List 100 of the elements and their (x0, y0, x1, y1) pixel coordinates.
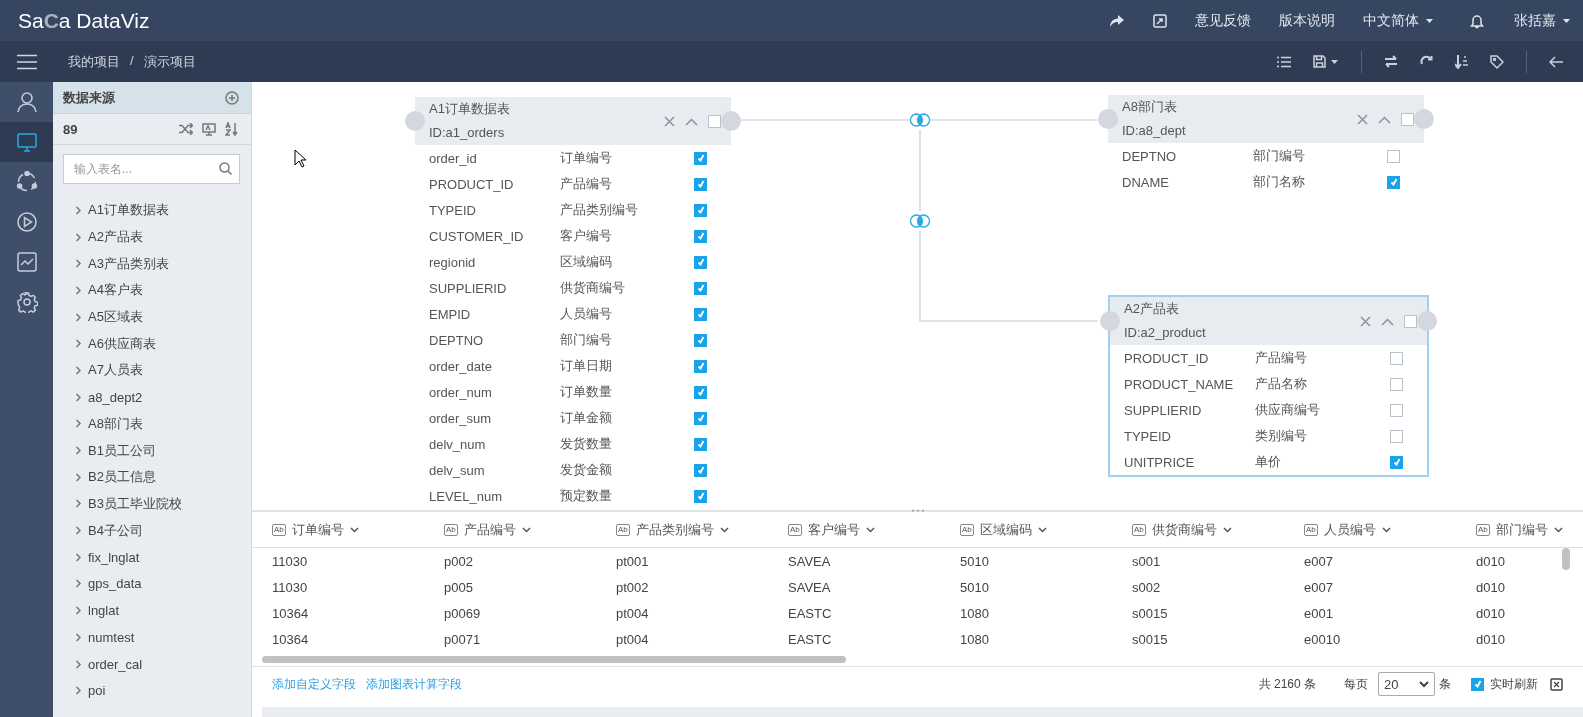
table-name[interactable]: A3产品类别表 (88, 254, 169, 273)
table-name[interactable]: A2产品表 (88, 228, 143, 247)
connection-port[interactable] (1100, 311, 1120, 331)
back-arrow-icon[interactable] (1549, 55, 1563, 68)
column-header[interactable]: Ab 客户编号 (788, 520, 960, 539)
connection-port[interactable] (1098, 109, 1118, 129)
checkbox[interactable] (694, 359, 707, 373)
checkbox[interactable] (694, 281, 707, 295)
table-name[interactable]: numtest (88, 629, 135, 645)
table-name[interactable]: poi (88, 683, 106, 699)
checkbox[interactable] (694, 489, 707, 503)
checkbox[interactable] (1390, 403, 1403, 417)
collapse-icon[interactable] (1378, 115, 1391, 124)
checkbox[interactable] (694, 151, 707, 165)
user-menu[interactable]: 张括嘉 (1514, 11, 1571, 30)
external-link-icon[interactable] (1153, 13, 1167, 28)
connection-port[interactable] (721, 111, 741, 131)
tag-icon[interactable] (1490, 54, 1504, 69)
column-header[interactable]: Ab 人员编号 (1304, 520, 1476, 539)
sort-az-icon[interactable] (225, 122, 239, 136)
checkbox[interactable] (1390, 351, 1403, 365)
connection-port[interactable] (1414, 109, 1434, 129)
breadcrumb-link[interactable]: 我的项目 (68, 52, 120, 71)
checkbox[interactable] (694, 307, 707, 321)
close-icon[interactable] (1360, 316, 1371, 327)
list-icon[interactable] (1277, 55, 1291, 68)
checkbox[interactable] (694, 255, 707, 269)
checkbox[interactable] (694, 177, 707, 191)
checkbox[interactable] (1390, 377, 1403, 391)
monitor-icon[interactable] (202, 122, 216, 136)
column-header[interactable]: Ab 订单编号 (272, 520, 444, 539)
swap-icon[interactable] (1384, 55, 1398, 68)
checkbox[interactable] (1387, 175, 1400, 189)
table-name[interactable]: A4客户表 (88, 281, 143, 300)
table-name[interactable]: B2员工信息 (88, 468, 156, 487)
header-link[interactable]: 意见反馈 (1195, 11, 1251, 30)
save-icon[interactable] (1313, 55, 1326, 68)
grip-icon[interactable] (910, 508, 925, 513)
checkbox[interactable] (694, 203, 707, 217)
table-name[interactable]: B1员工公司 (88, 441, 156, 460)
checkbox[interactable] (694, 333, 707, 347)
monitor-icon[interactable] (15, 131, 38, 153)
shuffle-icon[interactable] (179, 123, 193, 135)
checkbox[interactable] (694, 437, 707, 451)
excel-export-icon[interactable] (1550, 677, 1563, 691)
collapse-icon[interactable] (1381, 317, 1394, 326)
menu-icon[interactable] (16, 53, 37, 70)
checkbox[interactable] (1390, 455, 1403, 469)
column-header[interactable]: Ab 产品编号 (444, 520, 616, 539)
table-name[interactable]: A8部门表 (88, 414, 143, 433)
join-icon[interactable] (909, 113, 931, 127)
table-name[interactable]: A1订单数据表 (88, 201, 169, 220)
checkbox[interactable] (694, 463, 707, 477)
header-link[interactable]: 版本说明 (1279, 11, 1335, 30)
breadcrumb-link[interactable]: 演示项目 (143, 52, 196, 71)
close-icon[interactable] (1357, 114, 1368, 125)
checkbox[interactable] (694, 411, 707, 425)
checkbox[interactable] (694, 385, 707, 399)
card-title: A1订单数据表 (429, 100, 511, 118)
checkbox[interactable] (1404, 315, 1417, 328)
table-name[interactable]: gps_data (88, 576, 142, 592)
language-dropdown[interactable]: 中文简体 (1363, 11, 1434, 30)
checkbox[interactable] (1390, 429, 1403, 443)
user-icon[interactable] (15, 91, 38, 113)
close-icon[interactable] (664, 116, 675, 127)
chart-icon[interactable] (15, 251, 38, 273)
table-name[interactable]: B3员工毕业院校 (88, 494, 182, 513)
checkbox[interactable] (694, 229, 707, 243)
checkbox[interactable] (1401, 113, 1414, 126)
connection-port[interactable] (405, 111, 425, 131)
table-name[interactable]: A6供应商表 (88, 334, 156, 353)
scrollbar-thumb[interactable] (1562, 548, 1570, 570)
column-header[interactable]: Ab 供货商编号 (1132, 520, 1304, 539)
scrollbar-thumb[interactable] (262, 655, 846, 663)
table-name[interactable]: lnglat (88, 603, 120, 619)
play-icon[interactable] (15, 211, 38, 233)
table-name[interactable]: A5区域表 (88, 308, 143, 327)
bell-icon[interactable] (1470, 12, 1484, 29)
column-header[interactable]: Ab 区域编码 (960, 520, 1132, 539)
share-icon[interactable] (1109, 13, 1125, 28)
connection-port[interactable] (1417, 311, 1437, 331)
table-name[interactable]: order_cal (88, 656, 143, 672)
column-header[interactable]: Ab 产品类别编号 (616, 520, 788, 539)
circle-dots-icon[interactable] (15, 171, 38, 193)
join-icon[interactable] (909, 214, 931, 228)
checkbox[interactable] (1387, 149, 1400, 163)
collapse-icon[interactable] (685, 117, 698, 126)
search-field[interactable]: 输入表名... (63, 154, 240, 184)
table-name[interactable]: a8_dept2 (88, 389, 143, 405)
caret-icon[interactable] (1330, 57, 1339, 66)
table-name[interactable]: A7人员表 (88, 361, 143, 380)
sort-icon[interactable] (1455, 54, 1468, 69)
column-header[interactable]: Ab 部门编号 (1476, 520, 1583, 539)
checkbox[interactable] (1471, 677, 1484, 691)
settings-icon[interactable] (15, 291, 38, 313)
table-name[interactable]: B4子公司 (88, 521, 143, 540)
checkbox[interactable] (708, 115, 721, 128)
add-icon[interactable] (225, 90, 239, 105)
table-name[interactable]: fix_lnglat (88, 549, 140, 565)
page-size-select[interactable]: 20 (1378, 672, 1435, 696)
